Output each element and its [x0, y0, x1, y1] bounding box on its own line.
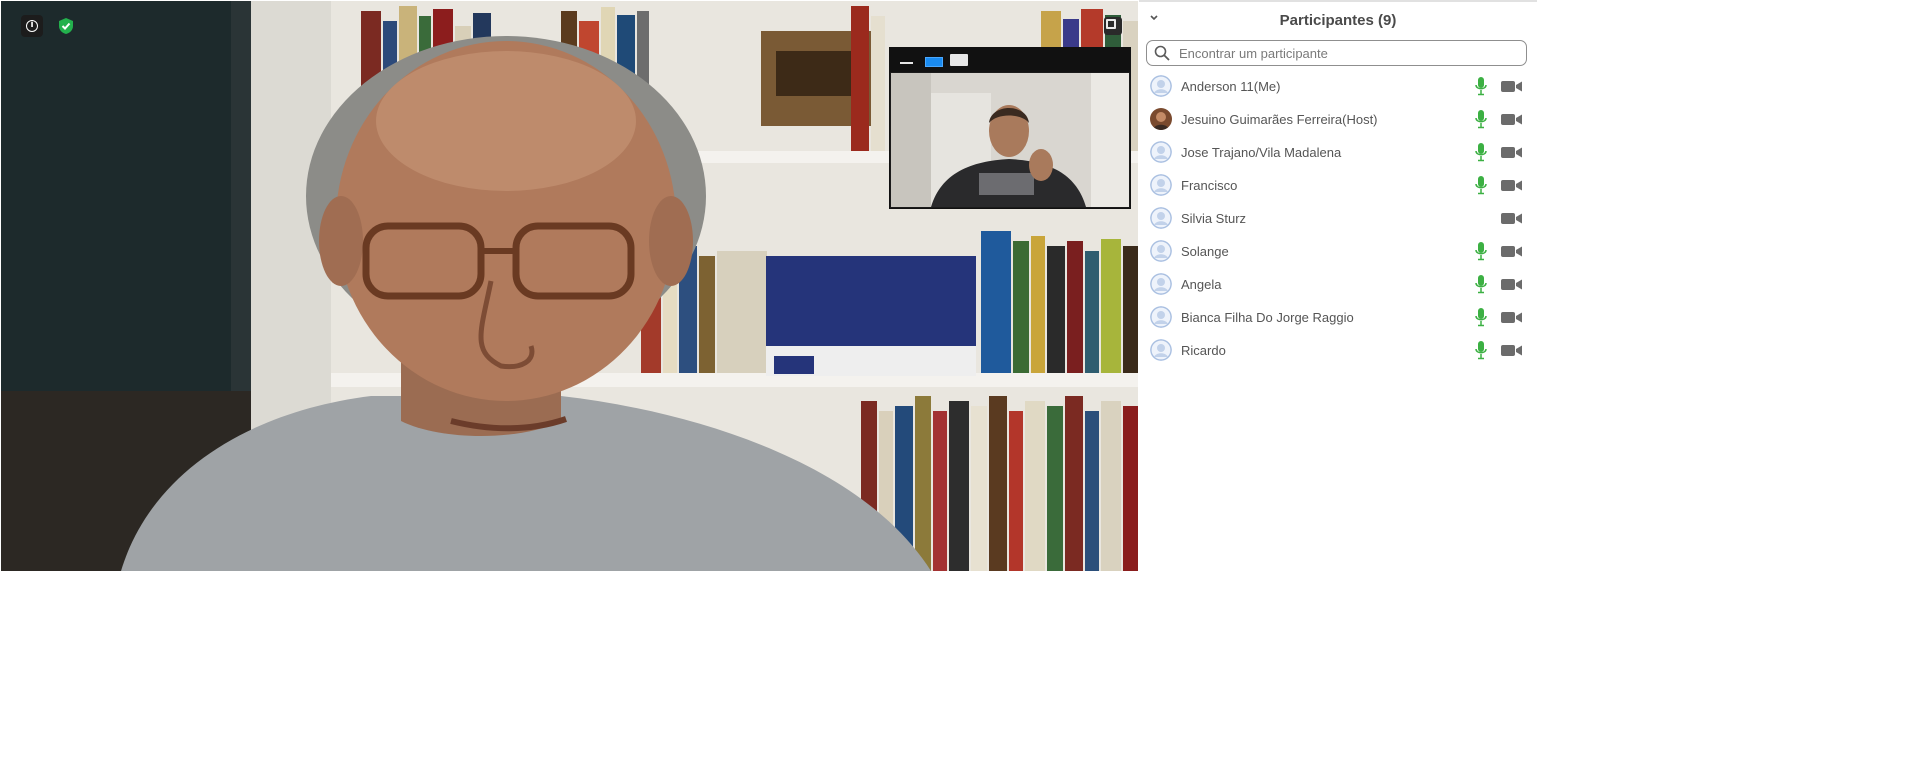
participant-list: Anderson 11(Me) Jesuino Guimarães Ferreir…	[1139, 70, 1537, 367]
microphone-icon[interactable]	[1474, 241, 1488, 261]
participant-name: Angela	[1181, 277, 1222, 292]
avatar	[1150, 141, 1172, 163]
microphone-icon[interactable]	[1474, 274, 1488, 294]
avatar	[1150, 273, 1172, 295]
search-icon	[1154, 45, 1170, 61]
microphone-icon[interactable]	[1474, 76, 1488, 96]
video-camera-icon[interactable]	[1501, 212, 1523, 225]
participant-search[interactable]	[1146, 40, 1527, 66]
self-view-thumbnail[interactable]	[889, 47, 1131, 209]
participant-row[interactable]: Francisco	[1139, 169, 1537, 202]
video-camera-icon[interactable]	[1501, 80, 1523, 93]
video-camera-icon[interactable]	[1501, 278, 1523, 291]
microphone-icon[interactable]	[1474, 109, 1488, 129]
participant-row[interactable]: Angela	[1139, 268, 1537, 301]
avatar	[1150, 108, 1172, 130]
participant-row[interactable]: Anderson 11(Me)	[1139, 70, 1537, 103]
participant-row[interactable]: Ricardo	[1139, 334, 1537, 367]
participant-row[interactable]: Jose Trajano/Vila Madalena	[1139, 136, 1537, 169]
microphone-icon[interactable]	[1474, 142, 1488, 162]
main-video[interactable]: i	[1, 1, 1138, 571]
participant-row[interactable]: Silvia Sturz	[1139, 202, 1537, 235]
video-camera-icon[interactable]	[1501, 311, 1523, 324]
video-camera-icon[interactable]	[1501, 179, 1523, 192]
self-video-scene	[891, 73, 1129, 207]
participant-name: Anderson 11(Me)	[1181, 79, 1281, 94]
video-camera-icon[interactable]	[1501, 245, 1523, 258]
avatar	[1150, 174, 1172, 196]
video-camera-icon[interactable]	[1501, 113, 1523, 126]
avatar	[1150, 306, 1172, 328]
info-icon[interactable]: i	[21, 15, 43, 37]
panel-title: Participantes (9)	[1279, 12, 1397, 29]
fullscreen-icon[interactable]	[1104, 17, 1122, 35]
minimize-icon[interactable]	[900, 62, 913, 64]
thumbnail-fullscreen-icon[interactable]	[950, 54, 968, 66]
avatar	[1150, 339, 1172, 361]
active-speaker-icon[interactable]	[925, 57, 943, 67]
shield-check-icon[interactable]	[55, 15, 77, 37]
panel-header: Participantes (9)	[1139, 2, 1537, 40]
participant-name: Silvia Sturz	[1181, 211, 1247, 226]
participant-name: Bianca Filha Do Jorge Raggio	[1181, 310, 1354, 325]
participant-row[interactable]: Jesuino Guimarães Ferreira(Host)	[1139, 103, 1537, 136]
participant-name: Ricardo	[1181, 343, 1226, 358]
search-input[interactable]	[1179, 44, 1509, 62]
participant-name: Jose Trajano/Vila Madalena	[1181, 145, 1342, 160]
microphone-icon[interactable]	[1474, 307, 1488, 327]
participants-panel: Participantes (9) Anderson 11(Me) Jesuino…	[1139, 0, 1537, 781]
participant-row[interactable]: Bianca Filha Do Jorge Raggio	[1139, 301, 1537, 334]
video-camera-icon[interactable]	[1501, 344, 1523, 357]
participant-name: Jesuino Guimarães Ferreira(Host)	[1181, 112, 1378, 127]
avatar	[1150, 75, 1172, 97]
participant-name: Solange	[1181, 244, 1229, 259]
microphone-icon[interactable]	[1474, 340, 1488, 360]
participant-name: Francisco	[1181, 178, 1238, 193]
participant-row[interactable]: Solange	[1139, 235, 1537, 268]
microphone-icon[interactable]	[1474, 175, 1488, 195]
avatar	[1150, 207, 1172, 229]
video-camera-icon[interactable]	[1501, 146, 1523, 159]
thumbnail-toolbar	[890, 48, 1130, 72]
avatar	[1150, 240, 1172, 262]
